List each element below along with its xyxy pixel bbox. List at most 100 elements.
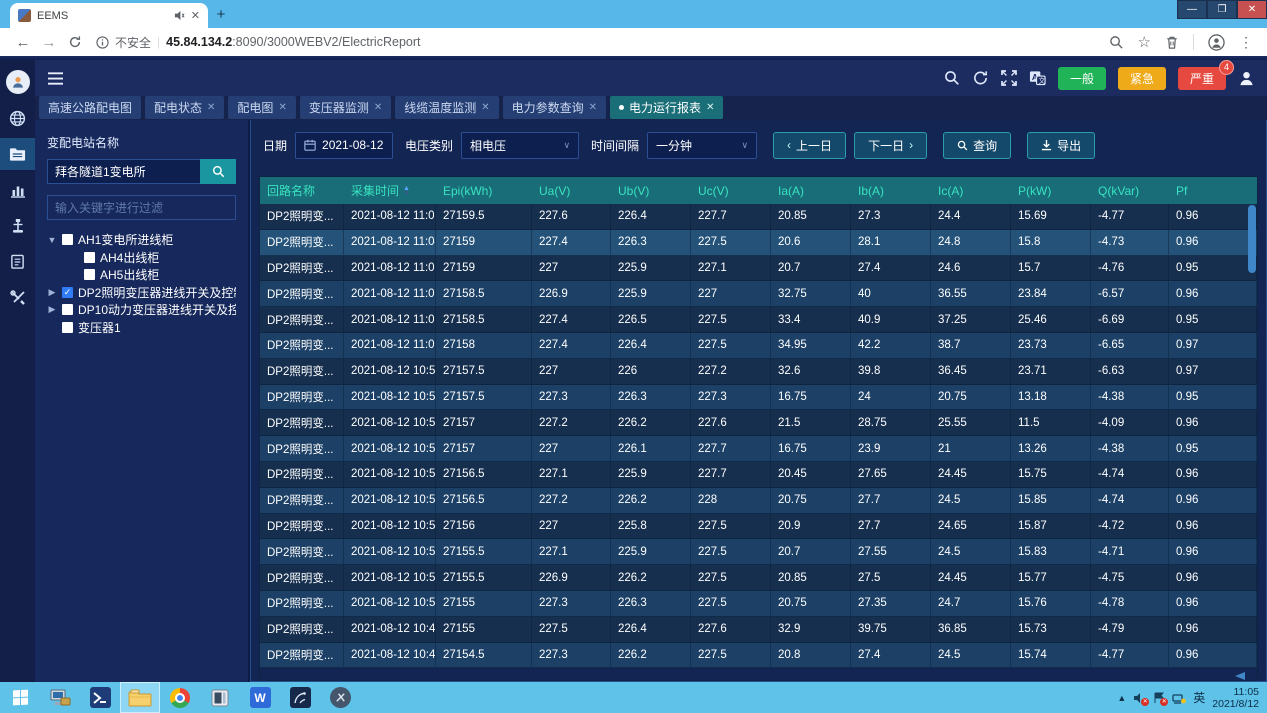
tab-close-icon[interactable]: ✕ [207,102,215,113]
browser-tab[interactable]: EEMS ✕ [10,3,208,28]
user-avatar[interactable] [6,70,30,94]
alarm-button-general[interactable]: 一般 [1058,67,1106,90]
menu-collapse-icon[interactable] [47,71,64,86]
next-day-button[interactable]: 下一日› [854,132,927,159]
tree-node[interactable]: 变压器1 [47,319,236,337]
bookmark-star-icon[interactable]: ☆ [1138,33,1151,51]
station-search-input[interactable]: 拜各隧道1变电所 [47,159,200,184]
nav-item-document-icon[interactable] [0,246,35,278]
table-row[interactable]: DP2照明变...2021-08-12 10:5427156.5227.2226… [260,488,1257,514]
column-header-Ub(V)[interactable]: Ub(V) [611,177,691,204]
user-icon[interactable] [1238,70,1255,87]
tree-filter-input[interactable]: 输入关键字进行过滤 [47,195,236,220]
refresh-data-icon[interactable] [972,70,989,86]
alarm-button-severe[interactable]: 严重4 [1178,67,1226,90]
tab-高速公路配电图[interactable]: 高速公路配电图 [39,96,141,119]
profile-avatar-icon[interactable] [1208,34,1225,51]
taskbar-icon-server-manager[interactable] [40,682,80,713]
nav-item-control-icon[interactable] [0,210,35,242]
scrollbar-thumb[interactable] [1248,205,1256,273]
table-row[interactable]: DP2照明变...2021-08-12 10:5127155.5226.9226… [260,565,1257,591]
nav-item-user-avatar[interactable] [0,66,35,98]
taskbar-icon-file-explorer[interactable] [120,682,160,713]
address-bar[interactable]: 不安全 | 45.84.134.2:8090/3000WEBV2/Electri… [96,34,1109,51]
tree-toggle-icon[interactable]: ▶ [47,304,57,315]
table-row[interactable]: DP2照明变...2021-08-12 10:5827157.5227.3226… [260,385,1257,411]
security-label[interactable]: 不安全 [115,34,151,51]
horizontal-scroll-arrow[interactable] [1235,672,1245,680]
prev-day-button[interactable]: ‹上一日 [773,132,846,159]
query-button[interactable]: 查询 [943,132,1011,159]
tab-close-icon[interactable]: ✕ [481,102,489,113]
table-row[interactable]: DP2照明变...2021-08-12 10:4827154.5227.3226… [260,643,1257,669]
nav-item-report-folder-icon[interactable] [0,138,35,170]
nav-item-globe-icon[interactable] [0,102,35,134]
nav-item-tools-icon[interactable] [0,282,35,314]
translate-icon[interactable]: A文 [1029,70,1046,86]
tree-node[interactable]: AH5出线柜 [69,266,236,284]
search-icon[interactable] [944,70,960,86]
table-row[interactable]: DP2照明变...2021-08-12 11:0327159227225.922… [260,256,1257,282]
nav-item-bar-chart-icon[interactable] [0,174,35,206]
start-button[interactable] [0,682,40,713]
forward-icon[interactable]: → [36,34,62,51]
tab-线缆温度监测[interactable]: 线缆温度监测✕ [395,96,498,119]
table-row[interactable]: DP2照明变...2021-08-12 10:5027155227.3226.3… [260,591,1257,617]
taskbar-clock[interactable]: 11:05 2021/8/12 [1212,686,1259,710]
tab-close-icon[interactable]: ✕ [589,102,597,113]
tree-node[interactable]: ▶✓DP2照明变压器进线开关及控制室 [47,284,236,302]
tree-node-label[interactable]: AH5出线柜 [100,266,159,283]
tree-checkbox[interactable] [62,304,73,315]
tree-checkbox[interactable]: ✓ [62,287,73,298]
window-close-button[interactable]: ✕ [1237,0,1267,19]
table-row[interactable]: DP2照明变...2021-08-12 11:0027158227.4226.4… [260,333,1257,359]
table-row[interactable]: DP2照明变...2021-08-12 11:0227158.5226.9225… [260,281,1257,307]
column-header-采集时间[interactable]: 采集时间▲▼ [344,177,436,204]
sort-icon[interactable]: ▲▼ [403,186,410,196]
trash-extension-icon[interactable] [1165,35,1179,50]
table-row[interactable]: DP2照明变...2021-08-12 10:5227155.5227.1225… [260,539,1257,565]
export-button[interactable]: 导出 [1027,132,1095,159]
tree-node-label[interactable]: AH1变电所进线柜 [78,231,173,248]
date-input[interactable]: 2021-08-12 [295,132,393,159]
table-row[interactable]: DP2照明变...2021-08-12 10:5327156227225.822… [260,514,1257,540]
column-header-Ic(A)[interactable]: Ic(A) [931,177,1011,204]
station-search-button[interactable] [200,159,236,184]
column-header-回路名称[interactable]: 回路名称 [260,177,344,204]
table-row[interactable]: DP2照明变...2021-08-12 10:5627157227226.122… [260,436,1257,462]
table-row[interactable]: DP2照明变...2021-08-12 10:5727157227.2226.2… [260,410,1257,436]
tab-电力参数查询[interactable]: 电力参数查询✕ [503,96,606,119]
tab-配电状态[interactable]: 配电状态✕ [145,96,224,119]
column-header-Q(kVar)[interactable]: Q(kVar) [1091,177,1169,204]
column-header-Ua(V)[interactable]: Ua(V) [532,177,611,204]
fullscreen-icon[interactable] [1001,70,1017,86]
interval-select[interactable]: 一分钟∨ [647,132,757,159]
tree-node-label[interactable]: DP10动力变压器进线开关及控制室 [78,301,236,318]
column-header-Ia(A)[interactable]: Ia(A) [771,177,851,204]
browser-menu-icon[interactable]: ⋮ [1239,34,1253,51]
column-header-P(kW)[interactable]: P(kW) [1011,177,1091,204]
tree-toggle-icon[interactable]: ▼ [47,235,57,245]
refresh-icon[interactable] [62,35,88,49]
column-header-Pf[interactable]: Pf [1169,177,1257,204]
tree-checkbox[interactable] [62,322,73,333]
column-header-Epi(kWh)[interactable]: Epi(kWh) [436,177,532,204]
tree-node[interactable]: ▼ AH1变电所进线柜 [47,231,236,249]
table-row[interactable]: DP2照明变...2021-08-12 10:5527156.5227.1225… [260,462,1257,488]
tab-close-icon[interactable]: ✕ [191,9,200,22]
window-minimize-button[interactable]: — [1177,0,1207,19]
table-row[interactable]: DP2照明变...2021-08-12 11:0127158.5227.4226… [260,307,1257,333]
tree-node[interactable]: AH4出线柜 [69,249,236,267]
table-row[interactable]: DP2照明变...2021-08-12 11:0427159227.4226.3… [260,230,1257,256]
tab-电力运行报表[interactable]: 电力运行报表✕ [610,96,723,119]
voltage-type-select[interactable]: 相电压∨ [461,132,579,159]
zoom-icon[interactable] [1109,35,1124,50]
tab-close-icon[interactable]: ✕ [278,102,286,113]
table-row[interactable]: DP2照明变...2021-08-12 11:0527159.5227.6226… [260,204,1257,230]
window-restore-button[interactable]: ❐ [1207,0,1237,19]
tree-node-label[interactable]: 变压器1 [78,319,121,336]
tab-变压器监测[interactable]: 变压器监测✕ [300,96,391,119]
taskbar-icon-system-tool[interactable] [320,682,360,713]
column-header-Ib(A)[interactable]: Ib(A) [851,177,931,204]
taskbar-icon-powershell[interactable] [80,682,120,713]
